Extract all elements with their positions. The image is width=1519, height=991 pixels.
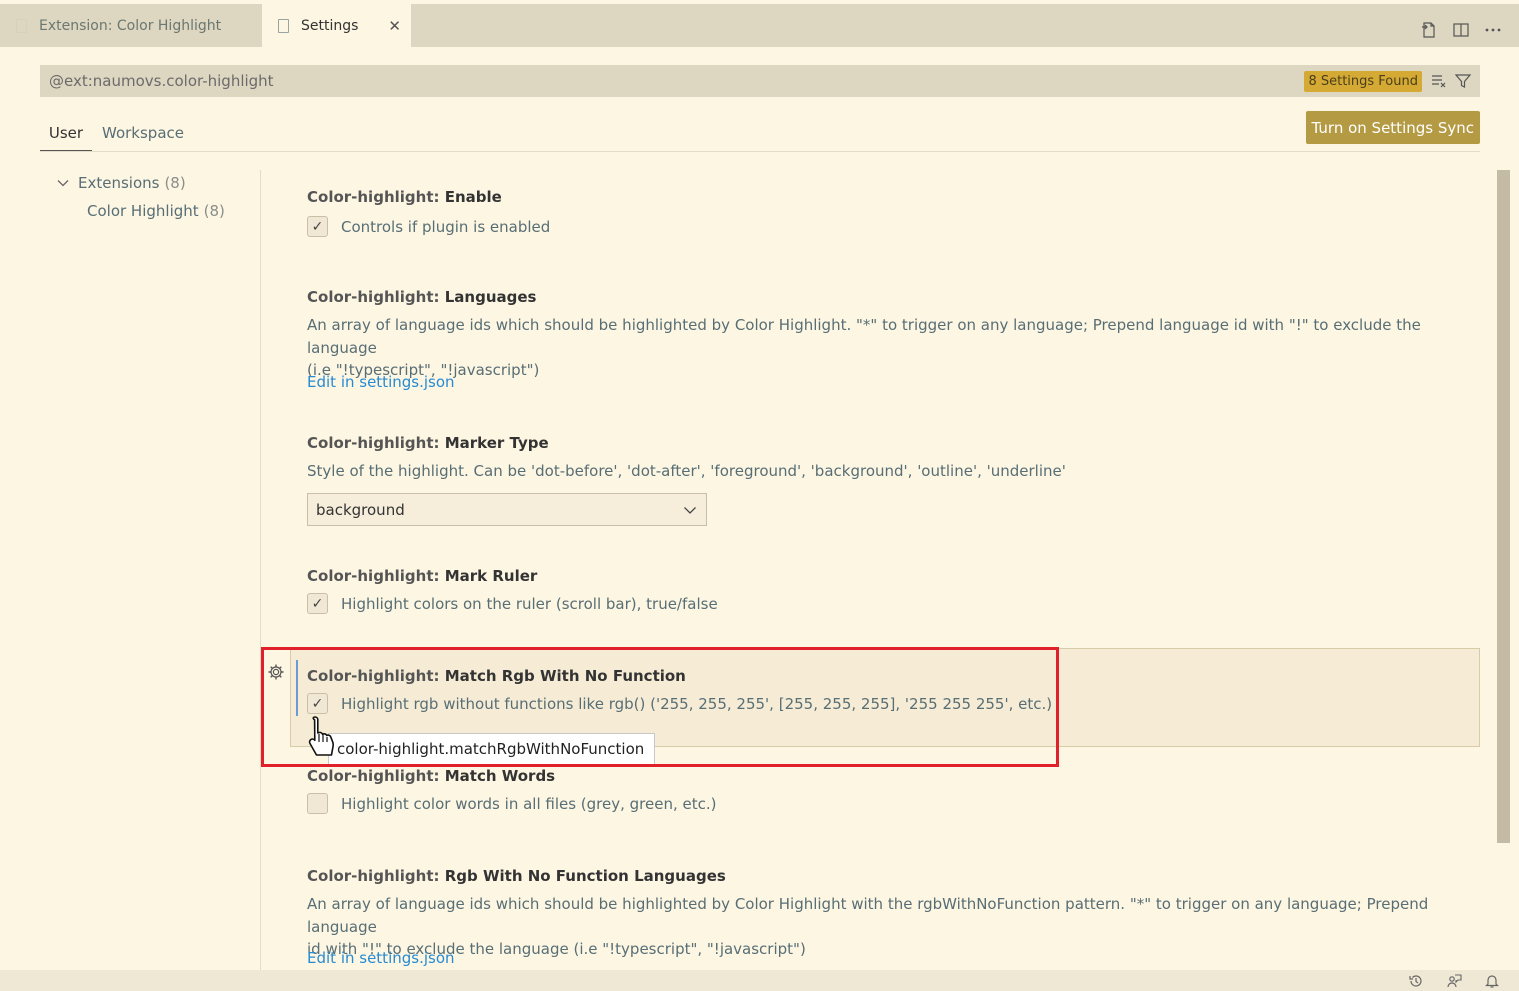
checkbox-label: Highlight colors on the ruler (scroll ba… bbox=[341, 594, 718, 613]
checkbox-row: Highlight color words in all files (grey… bbox=[307, 793, 717, 814]
setting-category: Color-highlight: bbox=[307, 288, 445, 306]
checkbox-row: ✓ Highlight colors on the ruler (scroll … bbox=[307, 593, 718, 614]
editor-tab-bar: Extension: Color Highlight Settings ✕ bbox=[0, 4, 1519, 47]
toc-item-color-highlight[interactable]: Color Highlight (8) bbox=[87, 202, 225, 220]
toc-count: (8) bbox=[164, 174, 186, 192]
file-icon bbox=[278, 18, 289, 33]
open-settings-json-icon[interactable] bbox=[1419, 20, 1439, 40]
settings-found-badge: 8 Settings Found bbox=[1304, 71, 1422, 92]
hand-cursor-icon bbox=[303, 713, 339, 761]
status-bar bbox=[0, 970, 1519, 991]
highlight-annotation-box bbox=[261, 647, 1059, 767]
settings-scope-tabs: User Workspace bbox=[40, 116, 1480, 152]
setting-name: Rgb With No Function Languages bbox=[444, 867, 726, 885]
file-icon bbox=[16, 18, 27, 33]
close-icon[interactable]: ✕ bbox=[388, 17, 401, 35]
chevron-down-icon bbox=[56, 176, 70, 190]
bell-icon[interactable] bbox=[1483, 972, 1501, 990]
setting-category: Color-highlight: bbox=[307, 567, 445, 585]
feedback-icon[interactable] bbox=[1445, 972, 1463, 990]
setting-name: Marker Type bbox=[444, 434, 549, 452]
history-icon[interactable] bbox=[1407, 972, 1425, 990]
edit-in-settings-json-link[interactable]: Edit in settings.json bbox=[307, 373, 455, 391]
turn-on-settings-sync-button[interactable]: Turn on Settings Sync bbox=[1305, 111, 1480, 144]
clear-filter-icon[interactable] bbox=[1430, 72, 1448, 90]
settings-toc: Extensions (8) Color Highlight (8) bbox=[0, 170, 261, 970]
tab-settings[interactable]: Settings ✕ bbox=[262, 4, 411, 47]
setting-category: Color-highlight: bbox=[307, 434, 445, 452]
marker-type-select[interactable]: background bbox=[307, 493, 707, 526]
split-editor-icon[interactable] bbox=[1451, 20, 1471, 40]
setting-name: Enable bbox=[444, 188, 502, 206]
setting-title: Color-highlight: Rgb With No Function La… bbox=[307, 867, 726, 885]
tab-extension-color-highlight[interactable]: Extension: Color Highlight bbox=[0, 4, 261, 47]
description-line: An array of language ids which should be… bbox=[307, 895, 1429, 936]
setting-title: Color-highlight: Match Words bbox=[307, 767, 555, 785]
description-line: id with "!" to exclude the language (i.e… bbox=[307, 940, 806, 958]
setting-category: Color-highlight: bbox=[307, 188, 445, 206]
select-value: background bbox=[316, 500, 405, 519]
settings-search-input[interactable]: @ext:naumovs.color-highlight 8 Settings … bbox=[40, 65, 1480, 97]
tab-label: Extension: Color Highlight bbox=[39, 17, 222, 34]
enable-checkbox[interactable]: ✓ bbox=[307, 216, 328, 237]
edit-in-settings-json-link[interactable]: Edit in settings.json bbox=[307, 949, 455, 967]
setting-category: Color-highlight: bbox=[307, 767, 445, 785]
scrollbar-thumb[interactable] bbox=[1497, 170, 1510, 843]
setting-title: Color-highlight: Mark Ruler bbox=[307, 567, 537, 585]
status-bar-icons bbox=[1407, 970, 1501, 991]
description-line: An array of language ids which should be… bbox=[307, 316, 1421, 357]
chevron-down-icon bbox=[682, 502, 698, 518]
tab-label: Settings bbox=[301, 17, 359, 34]
filter-icon[interactable] bbox=[1454, 72, 1472, 90]
mark-ruler-checkbox[interactable]: ✓ bbox=[307, 593, 328, 614]
settings-list: Color-highlight: Enable ✓ Controls if pl… bbox=[262, 170, 1497, 970]
tab-workspace[interactable]: Workspace bbox=[102, 116, 184, 150]
setting-title: Color-highlight: Enable bbox=[307, 188, 502, 206]
match-words-checkbox[interactable] bbox=[307, 793, 328, 814]
setting-title: Color-highlight: Languages bbox=[307, 288, 536, 306]
setting-description: An array of language ids which should be… bbox=[307, 314, 1457, 382]
toc-item-extensions[interactable]: Extensions (8) bbox=[56, 174, 186, 192]
toc-label: Extensions bbox=[78, 174, 160, 192]
setting-title: Color-highlight: Marker Type bbox=[307, 434, 549, 452]
checkbox-label: Highlight color words in all files (grey… bbox=[341, 794, 717, 813]
setting-name: Mark Ruler bbox=[444, 567, 538, 585]
toc-count: (8) bbox=[203, 202, 225, 220]
tab-user[interactable]: User bbox=[40, 116, 92, 151]
setting-name: Match Words bbox=[444, 767, 556, 785]
toc-label: Color Highlight bbox=[87, 202, 199, 220]
setting-name: Languages bbox=[444, 288, 537, 306]
description-line: (i.e "!typescript", "!javascript") bbox=[307, 361, 540, 379]
checkbox-label: Controls if plugin is enabled bbox=[341, 217, 551, 236]
more-actions-icon[interactable] bbox=[1483, 20, 1503, 40]
editor-actions bbox=[1419, 8, 1503, 51]
setting-category: Color-highlight: bbox=[307, 867, 445, 885]
checkbox-row: ✓ Controls if plugin is enabled bbox=[307, 216, 550, 237]
search-query: @ext:naumovs.color-highlight bbox=[49, 72, 274, 90]
setting-description: An array of language ids which should be… bbox=[307, 893, 1457, 961]
setting-description: Style of the highlight. Can be 'dot-befo… bbox=[307, 462, 1066, 480]
